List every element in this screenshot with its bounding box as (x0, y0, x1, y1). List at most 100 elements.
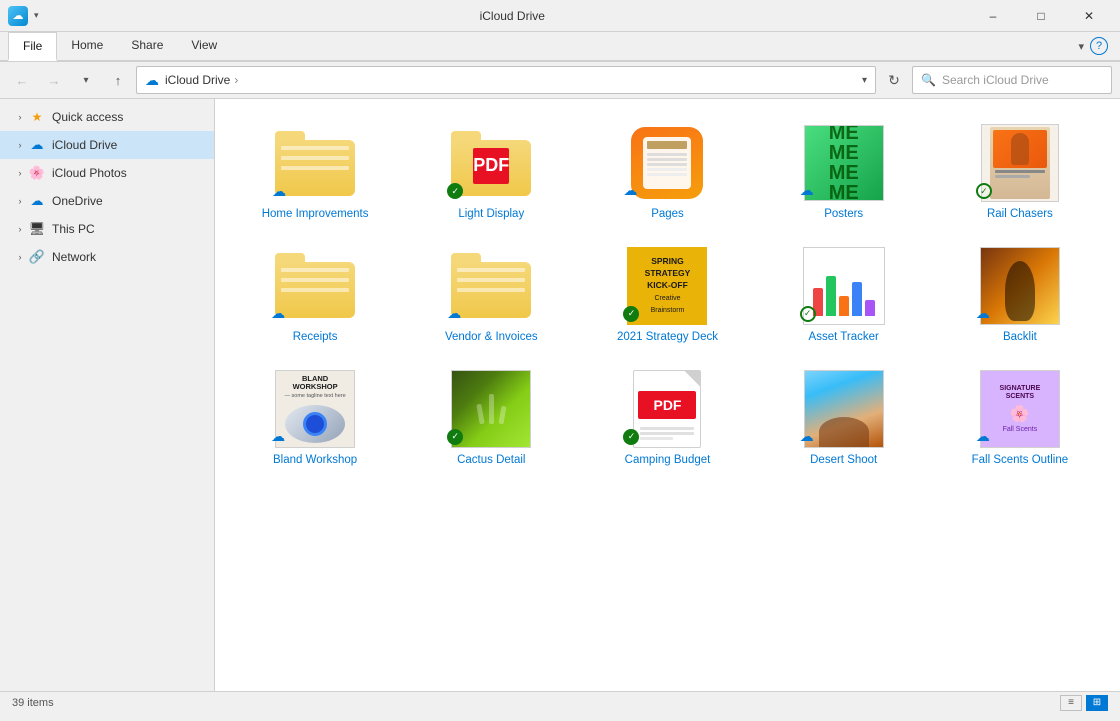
check-green: ✓ (447, 183, 463, 199)
sidebar-label-onedrive: OneDrive (52, 194, 103, 208)
tab-home[interactable]: Home (57, 32, 117, 61)
status-check-green-strategy: ✓ (623, 306, 639, 322)
file-label-rail-chasers: Rail Chasers (987, 207, 1053, 222)
list-view-button[interactable]: ≡ (1060, 695, 1082, 711)
pdf-red-badge: PDF (638, 391, 696, 419)
check-outline-asset: ✓ (800, 306, 816, 322)
cloud-icon-desert: ☁ (800, 428, 814, 444)
file-item-cactus-detail[interactable]: ✓ Cactus Detail (407, 361, 575, 476)
file-item-camping-budget[interactable]: PDF ✓ Camping Budget (583, 361, 751, 476)
search-box[interactable]: 🔍 Search iCloud Drive (912, 66, 1112, 94)
strategy-text: SPRINGSTRATEGYKICK-OFFCreativeBrainstorm (641, 252, 695, 319)
pdf-lines (634, 423, 700, 444)
star-icon: ★ (28, 108, 46, 126)
tab-share[interactable]: Share (117, 32, 177, 61)
tab-view[interactable]: View (177, 32, 231, 61)
file-item-pages[interactable]: ☁ Pages (583, 115, 751, 230)
ribbon-expand-icon[interactable]: ▾ (1078, 40, 1084, 53)
file-item-rail-chasers[interactable]: ✓ Rail Chasers (936, 115, 1104, 230)
file-item-posters[interactable]: MEMEMEME ☁ Posters (760, 115, 928, 230)
sidebar-label-network: Network (52, 250, 96, 264)
folder-line (281, 146, 349, 150)
sidebar-item-onedrive[interactable]: › ☁ OneDrive (0, 187, 214, 215)
search-icon: 🔍 (921, 73, 936, 87)
desert-image (804, 370, 884, 448)
status-cloud-scents: ☁ (976, 428, 990, 445)
file-item-receipts[interactable]: ☁ Receipts (231, 238, 399, 353)
cloud-icon-receipts: ☁ (271, 305, 285, 321)
rail-line-2 (995, 175, 1030, 178)
pages-doc-inner (643, 137, 691, 189)
cloud-icon-bland: ☁ (271, 428, 285, 444)
status-bar: 39 items ≡ ⊞ (0, 691, 1120, 713)
status-check-green-cactus: ✓ (447, 429, 463, 445)
file-label-fall-scents: Fall Scents Outline (972, 453, 1069, 468)
tab-file[interactable]: File (8, 32, 57, 61)
breadcrumb-chevron-icon: › (234, 73, 238, 87)
file-item-backlit[interactable]: ☁ Backlit (936, 238, 1104, 353)
sidebar-item-quick-access[interactable]: › ★ Quick access (0, 103, 214, 131)
network-icon: 🔗 (28, 248, 46, 266)
status-cloud-receipts: ☁ (271, 305, 285, 322)
app-icon: ☁ (8, 6, 28, 26)
forward-button[interactable]: → (40, 66, 68, 94)
file-item-vendor-invoices[interactable]: ☁ Vendor & Invoices (407, 238, 575, 353)
up-button[interactable]: ↑ (104, 66, 132, 94)
expand-icon-photos: › (12, 165, 28, 181)
sidebar-item-this-pc[interactable]: › 🖥 This PC (0, 215, 214, 243)
file-thumb-bland: BLANDWORKSHOP — some tagline text here ☁ (267, 369, 363, 449)
file-thumb-receipts: ☁ (267, 246, 363, 326)
back-button[interactable]: ← (8, 66, 36, 94)
sidebar-item-network[interactable]: › 🔗 Network (0, 243, 214, 271)
file-thumb-scents: SIGNATURESCENTS 🌸 Fall Scents ☁ (972, 369, 1068, 449)
file-thumb-strategy: SPRINGSTRATEGYKICK-OFFCreativeBrainstorm… (619, 246, 715, 326)
folder-line (281, 278, 349, 282)
help-icon[interactable]: ? (1090, 37, 1108, 55)
sidebar-item-icloud-drive[interactable]: › ☁ iCloud Drive (0, 131, 214, 159)
pdf-line-3 (640, 437, 672, 440)
refresh-button[interactable]: ↻ (880, 66, 908, 94)
pages-icon (631, 127, 703, 199)
file-item-fall-scents[interactable]: SIGNATURESCENTS 🌸 Fall Scents ☁ Fall Sce… (936, 361, 1104, 476)
status-check-outline-rail: ✓ (976, 183, 992, 199)
nav-dropdown-button[interactable]: ▾ (72, 66, 100, 94)
pages-line-1 (647, 141, 687, 149)
icloud-breadcrumb-icon: ☁ (145, 72, 159, 89)
pages-line-2 (647, 153, 687, 156)
breadcrumb[interactable]: ☁ iCloud Drive › ▾ (136, 66, 876, 94)
file-item-home-improvements[interactable]: ☁ Home Improvements (231, 115, 399, 230)
grid-view-button[interactable]: ⊞ (1086, 695, 1108, 711)
close-button[interactable]: ✕ (1066, 0, 1112, 32)
file-thumb-cactus: ✓ (443, 369, 539, 449)
check-green-strategy: ✓ (623, 306, 639, 322)
file-item-asset-tracker[interactable]: ✓ Asset Tracker (760, 238, 928, 353)
bland-cover: BLANDWORKSHOP — some tagline text here (275, 370, 355, 448)
file-label-backlit: Backlit (1003, 330, 1037, 345)
sidebar-item-icloud-photos[interactable]: › 🌸 iCloud Photos (0, 159, 214, 187)
folder-body-receipts (275, 262, 355, 318)
file-item-desert-shoot[interactable]: ☁ Desert Shoot (760, 361, 928, 476)
status-cloud-bland: ☁ (271, 428, 285, 445)
file-thumb-light-display: PDF ✓ (443, 123, 539, 203)
expand-icon-icloud: › (12, 137, 28, 153)
breadcrumb-dropdown-icon[interactable]: ▾ (862, 75, 867, 86)
rail-line-1 (995, 170, 1045, 173)
status-check-green-camping: ✓ (623, 429, 639, 445)
rail-book-cover (990, 127, 1050, 199)
ribbon: File Home Share View ▾ ? (0, 32, 1120, 62)
file-item-bland-workshop[interactable]: BLANDWORKSHOP — some tagline text here ☁… (231, 361, 399, 476)
folder-line (281, 166, 349, 170)
bar-chart (809, 270, 879, 320)
minimize-button[interactable]: – (970, 0, 1016, 32)
sidebar-label-quick-access: Quick access (52, 110, 123, 124)
file-item-light-display[interactable]: PDF ✓ Light Display (407, 115, 575, 230)
status-cloud-backlit: ☁ (976, 305, 990, 322)
folder-icon-light: PDF (451, 131, 531, 196)
person-shadow (1005, 261, 1035, 321)
qat-dropdown-icon[interactable]: ▾ (34, 10, 39, 21)
maximize-button[interactable]: □ (1018, 0, 1064, 32)
poster-text: MEMEMEME (825, 125, 863, 201)
icloud-drive-icon: ☁ (28, 136, 46, 154)
expand-icon-network: › (12, 249, 28, 265)
file-item-strategy-deck[interactable]: SPRINGSTRATEGYKICK-OFFCreativeBrainstorm… (583, 238, 751, 353)
